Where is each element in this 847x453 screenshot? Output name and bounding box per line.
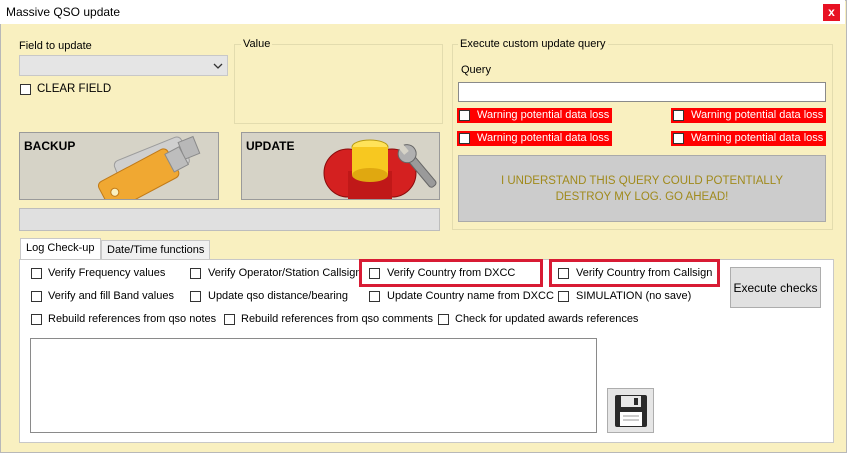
warning-checkbox-box[interactable] — [459, 133, 470, 144]
chevron-down-icon — [213, 63, 223, 69]
warning-checkbox-box[interactable] — [459, 110, 470, 121]
update-label: UPDATE — [246, 139, 295, 153]
verify-country-callsign-label: Verify Country from Callsign — [576, 267, 713, 279]
backup-label: BACKUP — [24, 139, 76, 153]
update-country-name-checkbox[interactable] — [369, 291, 380, 302]
clear-field-checkbox[interactable] — [20, 84, 31, 95]
warning-checkbox-box[interactable] — [673, 133, 684, 144]
warning-checkbox-4[interactable]: Warning potential data loss — [671, 131, 826, 146]
field-to-update-label: Field to update — [19, 40, 92, 52]
save-button[interactable] — [607, 388, 654, 433]
verify-country-dxcc-label: Verify Country from DXCC — [387, 267, 516, 279]
database-gears-icon — [323, 139, 437, 199]
update-distance-label: Update qso distance/bearing — [208, 290, 349, 302]
rebuild-comments-label: Rebuild references from qso comments — [241, 313, 433, 325]
simulation-label: SIMULATION (no save) — [576, 290, 692, 302]
title-bar — [0, 0, 845, 24]
tab-date-time-functions[interactable]: Date/Time functions — [101, 240, 211, 260]
verify-frequency-checkbox[interactable] — [31, 268, 42, 279]
query-input[interactable] — [458, 82, 826, 102]
warning-checkbox-box[interactable] — [673, 110, 684, 121]
close-button[interactable]: x — [823, 4, 840, 21]
backup-button[interactable]: BACKUP — [19, 132, 219, 200]
verify-band-checkbox[interactable] — [31, 291, 42, 302]
warning-label: Warning potential data loss — [477, 109, 610, 121]
window-title: Massive QSO update — [6, 5, 121, 19]
tab-log-check-up[interactable]: Log Check-up — [20, 238, 101, 260]
rebuild-comments-checkbox[interactable] — [224, 314, 235, 325]
confirm-query-label: I UNDERSTAND THIS QUERY COULD POTENTIALL… — [500, 174, 784, 203]
custom-query-group-label: Execute custom update query — [458, 38, 608, 50]
verify-country-callsign-checkbox[interactable] — [558, 268, 569, 279]
field-select[interactable] — [19, 55, 228, 76]
query-label: Query — [461, 64, 491, 76]
simulation-checkbox[interactable] — [558, 291, 569, 302]
warning-label: Warning potential data loss — [477, 132, 610, 144]
floppy-disk-icon — [615, 395, 647, 427]
rebuild-notes-label: Rebuild references from qso notes — [48, 313, 217, 325]
warning-checkbox-1[interactable]: Warning potential data loss — [457, 108, 612, 123]
warning-label: Warning potential data loss — [691, 132, 824, 144]
verify-frequency-label: Verify Frequency values — [48, 267, 166, 279]
usb-keys-icon — [97, 135, 201, 199]
value-group-label: Value — [241, 38, 273, 50]
progress-bar — [19, 208, 440, 231]
warning-label: Warning potential data loss — [691, 109, 824, 121]
update-distance-checkbox[interactable] — [190, 291, 201, 302]
rebuild-notes-checkbox[interactable] — [31, 314, 42, 325]
clear-field-label: CLEAR FIELD — [37, 83, 112, 95]
check-awards-checkbox[interactable] — [438, 314, 449, 325]
update-country-name-label: Update Country name from DXCC — [387, 290, 554, 302]
verify-band-label: Verify and fill Band values — [48, 290, 174, 302]
execute-checks-button[interactable]: Execute checks — [730, 267, 821, 308]
confirm-query-button[interactable]: I UNDERSTAND THIS QUERY COULD POTENTIALL… — [458, 155, 826, 222]
log-output-textarea[interactable] — [30, 338, 597, 433]
warning-checkbox-2[interactable]: Warning potential data loss — [671, 108, 826, 123]
update-button[interactable]: UPDATE — [241, 132, 440, 200]
verify-country-dxcc-checkbox[interactable] — [369, 268, 380, 279]
value-group — [234, 44, 443, 124]
verify-operator-checkbox[interactable] — [190, 268, 201, 279]
warning-checkbox-3[interactable]: Warning potential data loss — [457, 131, 612, 146]
check-awards-label: Check for updated awards references — [455, 313, 639, 325]
verify-operator-label: Verify Operator/Station Callsign — [208, 267, 362, 279]
